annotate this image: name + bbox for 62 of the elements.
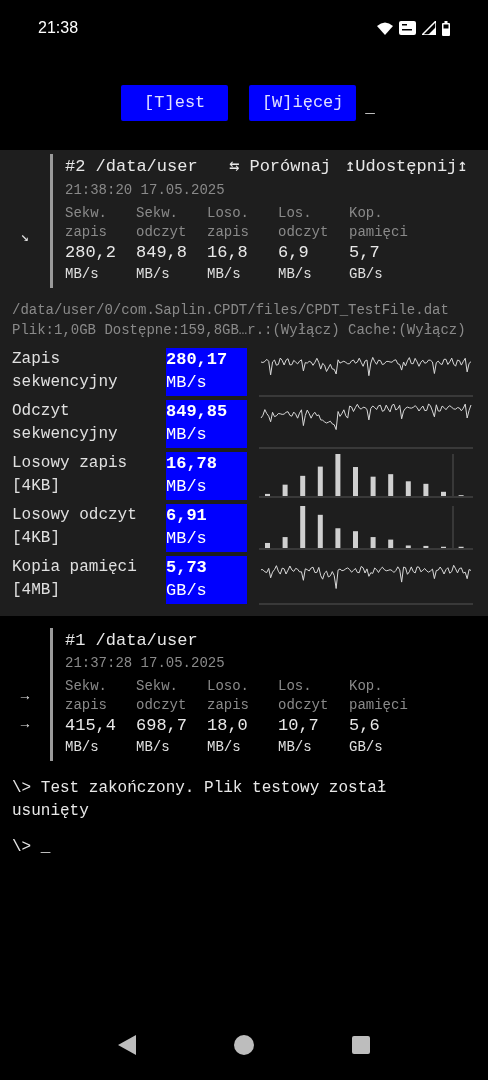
metric-unit: MB/s [278,738,313,757]
cursor: _ [365,98,375,119]
test-name: Losowy odczyt [4KB] [12,504,138,549]
log-message: \> Test zakończony. Plik testowy został usunięty [12,778,388,822]
metric-label: Kop. pamięci [349,203,409,242]
arrow-marker: ↘ [20,228,30,245]
metric-unit: GB/s [349,738,384,757]
toolbar-button[interactable]: [T]est [121,85,229,121]
run-timestamp: 21:37:28 17.05.2025 [65,654,225,673]
metric-unit: MB/s [207,264,242,284]
result-value: 849,85 MB/s [166,399,247,448]
run-timestamp: 21:38:20 17.05.2025 [65,180,225,200]
metric-value: 849,8 [136,241,188,264]
metric-value: 698,7 [136,715,188,737]
metric-unit: MB/s [207,738,242,757]
metric-unit: MB/s [278,264,313,284]
run-title: #1 /data/user [65,629,199,652]
metric-value: 6,9 [278,241,310,264]
metric-value: 10,7 [278,715,320,737]
metric-label: Loso. zapis [207,677,250,715]
test-name: Odczyt sekwencyjny [12,400,119,445]
file-info: Plik:1,0GB Dostępne:159,8GB…r.:(Wyłącz) Cache:(Wyłącz) [12,320,467,340]
metric-value: 5,6 [349,715,381,737]
signal-icon [422,21,436,35]
metric-value: 5,7 [349,241,381,264]
result-value: 6,91 MB/s [166,503,247,552]
metric-label: Los. odczyt [278,677,330,715]
metric-label: Sekw. zapis [65,203,108,242]
action-link[interactable]: ⇆ Porównaj [229,154,332,180]
battery-icon [442,20,450,36]
action-link[interactable]: ↥Udostępnij↥ [345,154,468,180]
metric-unit: MB/s [65,738,100,757]
result-value: 16,78 MB/s [166,451,247,500]
result-value: 5,73 GB/s [166,555,247,604]
file-path: /data/user/0/com.Saplin.CPDT/files/CPDT_TestFile.dat [12,300,450,320]
arrow-marker: → [20,716,30,733]
command-prompt: \> _ [12,837,51,858]
metric-label: Sekw. odczyt [136,203,188,242]
metric-value: 18,0 [207,715,249,737]
metric-label: Sekw. zapis [65,677,108,715]
wifi-icon [377,21,393,35]
test-name: Losowy zapis [4KB] [12,452,129,497]
status-time: 21:38 [38,18,79,38]
metric-value: 415,4 [65,715,117,737]
back-icon[interactable] [118,1035,136,1055]
result-value: 280,17 MB/s [166,347,247,396]
test-name: Kopia pamięci [4MB] [12,556,138,601]
toolbar-button[interactable]: [W]ięcej [249,85,357,121]
run-title: #2 /data/user [65,156,199,178]
metric-unit: MB/s [136,738,171,757]
metric-unit: GB/s [349,264,384,284]
metric-label: Loso. zapis [207,203,250,242]
test-name: Zapis sekwencyjny [12,348,119,393]
arrow-marker: → [20,688,30,705]
metric-unit: MB/s [65,264,100,284]
home-icon[interactable] [234,1035,254,1055]
metric-value: 280,2 [65,241,117,264]
metric-label: Kop. pamięci [349,677,409,715]
metric-value: 16,8 [207,241,249,264]
metric-label: Sekw. odczyt [136,677,188,715]
metric-label: Los. odczyt [278,203,330,242]
metric-unit: MB/s [136,264,171,284]
